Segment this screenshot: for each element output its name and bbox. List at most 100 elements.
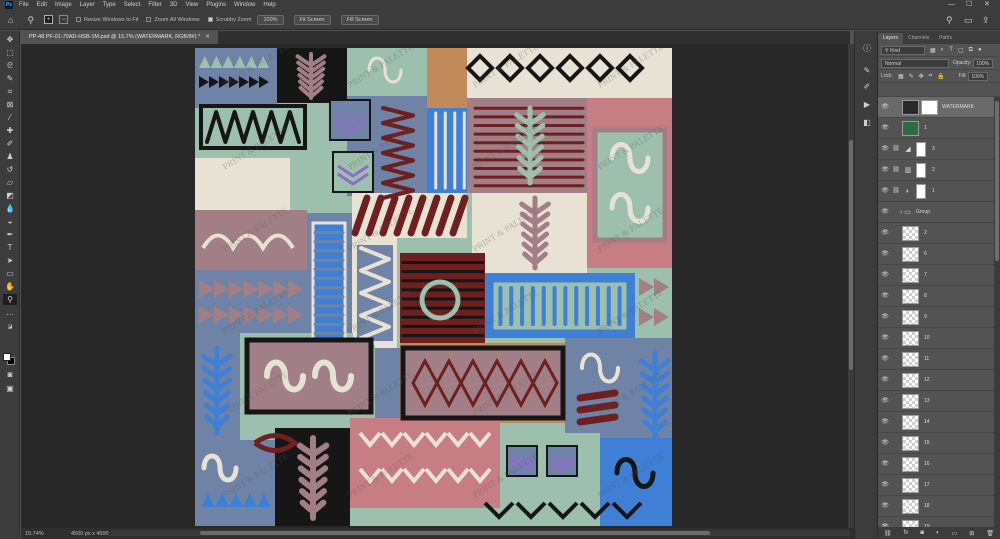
opacity-input[interactable]: 100% — [973, 58, 994, 68]
eraser-tool-icon[interactable]: ▱ — [3, 177, 17, 188]
visibility-eye-icon[interactable]: 👁 — [880, 454, 890, 475]
artwork-canvas[interactable]: PRINT & PALETTE PRINT & PALETTE PRINT & PA… — [195, 48, 672, 526]
folder-icon[interactable]: ▭ — [952, 530, 958, 537]
layer-row[interactable]: 👁 14 — [878, 412, 994, 433]
layer-row[interactable]: 👁 2 — [878, 223, 994, 244]
visibility-eye-icon[interactable]: 👁 — [880, 286, 890, 307]
adjustment-layer-icon[interactable]: ◐ — [902, 184, 914, 199]
screen-mode-icon[interactable]: ▣ — [3, 383, 17, 394]
adjustment-layer-icon[interactable]: ◢ — [902, 142, 914, 157]
shape-tool-icon[interactable]: ▭ — [3, 268, 17, 279]
menu-file[interactable]: File — [19, 0, 29, 10]
layer-thumbnail[interactable] — [902, 394, 919, 409]
quick-mask-icon[interactable]: ◙ — [3, 369, 17, 380]
fx-icon[interactable]: fx — [904, 530, 909, 536]
visibility-eye-icon[interactable]: 👁 — [880, 370, 890, 391]
visibility-eye-icon[interactable]: 👁 — [880, 181, 890, 202]
visibility-eye-icon[interactable]: 👁 — [880, 265, 890, 286]
layer-row[interactable]: 👁 8 — [878, 286, 994, 307]
brush-settings-icon[interactable]: ✐ — [861, 81, 873, 93]
zoom-all-checkbox[interactable]: Zoom All Windows — [146, 17, 200, 23]
photoshop-logo-icon[interactable]: Ps — [5, 1, 13, 9]
layer-mask-thumbnail[interactable] — [916, 142, 926, 157]
lock-artboard-icon[interactable]: ⌗ — [929, 73, 932, 80]
layer-thumbnail[interactable] — [902, 331, 919, 346]
layer-thumbnail[interactable] — [902, 100, 919, 115]
visibility-eye-icon[interactable]: 👁 — [880, 307, 890, 328]
blur-tool-icon[interactable]: 💧 — [3, 203, 17, 214]
home-icon[interactable]: ⌂ — [8, 10, 13, 30]
layer-row[interactable]: 👁 16 — [878, 454, 994, 475]
visibility-eye-icon[interactable]: 👁 — [880, 349, 890, 370]
trash-icon[interactable]: 🗑 — [986, 530, 994, 537]
default-colors-icon[interactable]: ◪ — [3, 322, 17, 333]
adjustment-layer-icon[interactable]: ▥ — [902, 163, 914, 178]
layer-row[interactable]: 👁 ⛓ ▥ 2 — [878, 160, 994, 181]
vertical-scroll-thumb[interactable] — [849, 140, 853, 370]
fill-screen-button[interactable]: Fill Screen — [340, 14, 379, 25]
layer-row[interactable]: 👁 11 — [878, 349, 994, 370]
history-panel-icon[interactable]: ◧ — [861, 117, 873, 129]
menu-layer[interactable]: Layer — [80, 0, 95, 10]
menu-3d[interactable]: 3D — [170, 0, 178, 10]
layer-thumbnail[interactable] — [902, 457, 919, 472]
document-tab[interactable]: PP-48 PF-01-70AD-HSB-1M.psd @ 15.7% (WAT… — [21, 31, 218, 44]
hand-tool-icon[interactable]: ✋ — [3, 281, 17, 292]
dodge-tool-icon[interactable]: ◒ — [3, 216, 17, 227]
layer-thumbnail[interactable] — [902, 373, 919, 388]
layer-thumbnail[interactable] — [902, 415, 919, 430]
layer-row[interactable]: 👁 1 — [878, 118, 994, 139]
gradient-tool-icon[interactable]: ◩ — [3, 190, 17, 201]
layer-row[interactable]: 👁 › ▭ Group — [878, 202, 994, 223]
canvas-area[interactable]: PRINT & PALETTE PRINT & PALETTE PRINT & PA… — [21, 44, 848, 528]
layer-thumbnail[interactable] — [902, 310, 919, 325]
visibility-eye-icon[interactable]: 👁 — [880, 139, 890, 160]
layer-row[interactable]: 👁 ⛓ ◐ 1 — [878, 181, 994, 202]
close-tab-icon[interactable]: ✕ — [205, 34, 210, 40]
layer-row[interactable]: 👁 10 — [878, 328, 994, 349]
layer-row[interactable]: 👁 13 — [878, 391, 994, 412]
share-icon[interactable]: ⇪ — [982, 10, 990, 30]
marquee-tool-icon[interactable]: ⬚ — [3, 47, 17, 58]
layer-thumbnail[interactable] — [902, 436, 919, 451]
frame-tool-icon[interactable]: ⊠ — [3, 99, 17, 110]
visibility-eye-icon[interactable]: 👁 — [880, 223, 890, 244]
actions-panel-icon[interactable]: ▶ — [861, 99, 873, 111]
visibility-eye-icon[interactable]: 👁 — [880, 97, 890, 118]
visibility-eye-icon[interactable]: 👁 — [880, 160, 890, 181]
clone-stamp-tool-icon[interactable]: ♟ — [3, 151, 17, 162]
zoom-in-mode-button[interactable]: + — [44, 15, 54, 24]
smart-filter-icon[interactable]: ⧉ — [969, 47, 973, 54]
pen-tool-icon[interactable]: ✒ — [3, 229, 17, 240]
visibility-eye-icon[interactable]: 👁 — [880, 244, 890, 265]
menu-plugins[interactable]: Plugins — [206, 0, 226, 10]
history-brush-tool-icon[interactable]: ↺ — [3, 164, 17, 175]
lasso-tool-icon[interactable]: ᘓ — [3, 60, 17, 71]
visibility-eye-icon[interactable]: 👁 — [880, 391, 890, 412]
tab-paths[interactable]: Paths — [934, 33, 957, 44]
healing-brush-tool-icon[interactable]: ✚ — [3, 125, 17, 136]
layer-row[interactable]: 👁 ⛓ ◢ 3 — [878, 139, 994, 160]
layer-mask-thumbnail[interactable] — [921, 100, 938, 115]
tab-channels[interactable]: Channels — [903, 33, 934, 44]
path-select-tool-icon[interactable]: ➤ — [3, 255, 17, 266]
move-tool-icon[interactable]: ✥ — [3, 34, 17, 45]
search-icon[interactable]: ⚲ — [946, 10, 953, 30]
menu-image[interactable]: Image — [55, 0, 72, 10]
layer-row[interactable]: 👁 12 — [878, 370, 994, 391]
link-icon[interactable]: ⛓ — [884, 530, 892, 537]
group-folder-icon[interactable]: › ▭ — [900, 202, 911, 223]
adjustment-icon[interactable]: ◐ — [936, 530, 940, 536]
brush-tool-icon[interactable]: ✐ — [3, 138, 17, 149]
workspace-icon[interactable]: ▭ — [964, 10, 973, 30]
crop-tool-icon[interactable]: ⌗ — [3, 86, 17, 97]
minimize-button[interactable]: — — [948, 0, 955, 10]
layer-row[interactable]: 👁 17 — [878, 475, 994, 496]
info-panel-icon[interactable]: ⓘ — [861, 43, 873, 55]
visibility-eye-icon[interactable]: 👁 — [880, 412, 890, 433]
lock-pixels-icon[interactable]: ✎ — [909, 73, 914, 80]
type-filter-icon[interactable]: T — [949, 47, 953, 53]
layer-row[interactable]: 👁 6 — [878, 244, 994, 265]
pixel-filter-icon[interactable]: ▦ — [930, 47, 936, 54]
layer-row[interactable]: 👁 9 — [878, 307, 994, 328]
